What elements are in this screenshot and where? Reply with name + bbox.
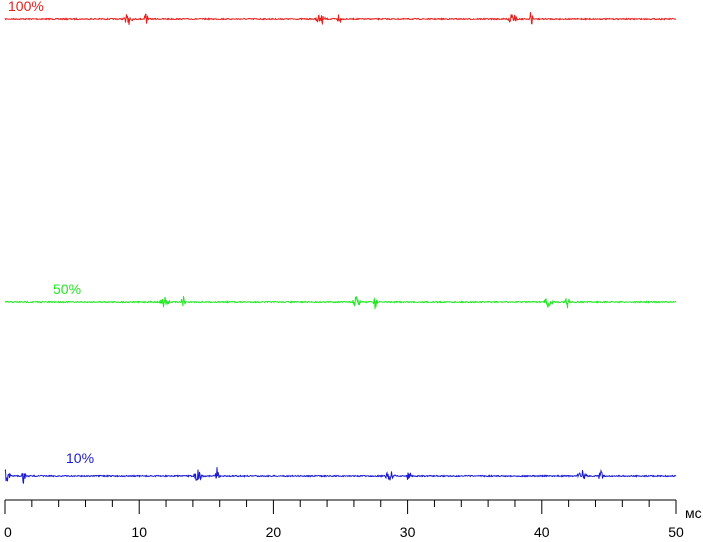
x-axis-ticks: 0 10 20 30 40 50 [4, 500, 684, 540]
traces-layer [4, 12, 677, 484]
series-trace-0 [4, 12, 677, 26]
x-tick-label: 10 [131, 524, 147, 540]
series-label-1: 50% [53, 281, 81, 297]
brightness-pwm-chart: 100% 50% 10% 0 10 20 30 40 50 мс [4, 0, 702, 540]
x-tick-label: 40 [534, 524, 550, 540]
series-labels-layer: 100% 50% 10% [8, 0, 94, 466]
x-tick-label: 20 [266, 524, 282, 540]
x-tick-label: 30 [400, 524, 416, 540]
series-label-2: 10% [66, 450, 94, 466]
series-trace-1 [4, 295, 677, 310]
series-trace-2 [4, 467, 677, 484]
x-tick-label: 0 [4, 524, 12, 540]
x-axis-unit-label: мс [685, 505, 702, 521]
series-label-0: 100% [8, 0, 44, 14]
x-tick-label: 50 [668, 524, 684, 540]
x-axis: 0 10 20 30 40 50 мс [4, 499, 702, 540]
